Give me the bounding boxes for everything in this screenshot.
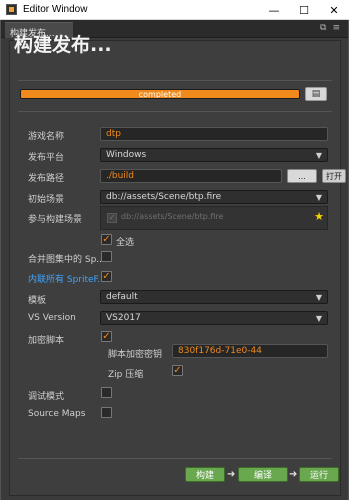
window-titlebar: Editor Window — ☐ ✕ <box>0 0 349 20</box>
build-button[interactable]: 构建 <box>185 467 225 482</box>
scene-path: db://assets/Scene/btp.fire <box>121 212 224 221</box>
open-folder-button[interactable]: 打开 <box>322 169 346 183</box>
chevron-down-icon: ▼ <box>315 314 322 323</box>
title-divider <box>18 80 332 81</box>
scene-list: ✓ db://assets/Scene/btp.fire ★ <box>100 206 328 230</box>
select-all-checkbox[interactable]: ✓ <box>101 234 112 245</box>
tab-tools: ⧉ ≡ <box>320 23 340 33</box>
build-panel <box>9 40 341 496</box>
game-name-label: 游戏名称 <box>28 132 65 142</box>
app-icon <box>6 4 17 15</box>
scene-checkbox[interactable]: ✓ <box>107 213 117 223</box>
debug-label: 调试模式 <box>28 392 65 402</box>
encrypt-key-input[interactable]: 830f176d-71e0-44 <box>172 344 328 358</box>
maximize-button[interactable]: ☐ <box>289 0 319 20</box>
progress-text: completed <box>138 90 182 99</box>
encrypt-key-label: 脚本加密密钥 <box>108 350 163 360</box>
minimize-button[interactable]: — <box>259 0 289 20</box>
window-controls: — ☐ ✕ <box>259 0 349 20</box>
start-scene-label: 初始场景 <box>28 195 65 205</box>
build-path-label: 发布路径 <box>28 174 65 184</box>
inline-sprite-label: 内联所有 SpriteF... <box>28 275 106 285</box>
start-scene-value: db://assets/Scene/btp.fire <box>106 192 222 202</box>
encrypt-checkbox[interactable]: ✓ <box>101 331 112 342</box>
debug-checkbox[interactable] <box>101 387 112 398</box>
popout-icon[interactable]: ⧉ <box>320 23 326 33</box>
chevron-down-icon: ▼ <box>315 151 322 160</box>
arrow-right-icon: ➜ <box>289 469 298 480</box>
progress-divider <box>18 111 332 112</box>
vs-version-select[interactable]: VS2017 ▼ <box>100 311 328 325</box>
log-button[interactable]: ▤ <box>305 87 327 101</box>
encrypt-label: 加密脚本 <box>28 336 65 346</box>
vs-version-value: VS2017 <box>106 313 141 323</box>
actions-divider <box>18 458 332 459</box>
page-title: 构建发布... <box>14 34 112 56</box>
game-name-input[interactable]: dtp <box>100 127 328 141</box>
vs-version-label: VS Version <box>28 313 76 323</box>
inline-sprite-checkbox[interactable]: ✓ <box>101 271 112 282</box>
close-button[interactable]: ✕ <box>319 0 349 20</box>
star-icon: ★ <box>314 210 324 223</box>
zip-checkbox[interactable]: ✓ <box>172 365 183 376</box>
window-title: Editor Window <box>23 4 88 15</box>
chevron-down-icon: ▼ <box>315 293 322 302</box>
template-label: 模板 <box>28 296 47 306</box>
source-maps-label: Source Maps <box>28 409 86 419</box>
chevron-down-icon: ▼ <box>315 193 322 202</box>
zip-label: Zip 压缩 <box>108 370 144 380</box>
start-scene-select[interactable]: db://assets/Scene/btp.fire ▼ <box>100 190 328 204</box>
menu-icon[interactable]: ≡ <box>332 23 340 33</box>
browse-button[interactable]: ... <box>287 169 317 183</box>
merge-atlas-checkbox[interactable] <box>101 251 112 262</box>
source-maps-checkbox[interactable] <box>101 407 112 418</box>
merge-atlas-label: 合并图集中的 Sp... <box>28 255 105 265</box>
platform-select[interactable]: Windows ▼ <box>100 148 328 162</box>
template-select[interactable]: default ▼ <box>100 290 328 304</box>
build-path-input[interactable]: ./build <box>100 169 282 183</box>
select-all-label: 全选 <box>116 238 135 248</box>
document-icon: ▤ <box>311 89 321 99</box>
build-progress-bar: completed <box>20 89 300 99</box>
arrow-right-icon: ➜ <box>227 469 236 480</box>
platform-value: Windows <box>106 150 147 160</box>
compile-button[interactable]: 编译 <box>238 467 288 482</box>
platform-label: 发布平台 <box>28 153 65 163</box>
run-button[interactable]: 运行 <box>299 467 339 482</box>
scenes-label: 参与构建场景 <box>28 215 83 225</box>
template-value: default <box>106 292 138 302</box>
